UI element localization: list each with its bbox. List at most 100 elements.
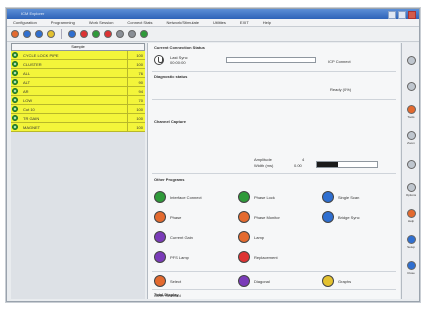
program-item[interactable]: Interface Connect <box>154 191 234 205</box>
last-sync-value: 00:00:00 <box>170 60 186 65</box>
panel-divider <box>147 43 148 299</box>
check-icon[interactable] <box>12 88 18 94</box>
right-toolbar-item[interactable]: Help <box>404 209 418 223</box>
check-icon[interactable] <box>12 61 18 67</box>
list-item[interactable]: ALT 90 <box>11 78 145 87</box>
list-item-name: LOW <box>23 98 33 103</box>
column-divider <box>127 60 128 69</box>
footer-item[interactable]: Diagonal <box>238 275 318 289</box>
list-item[interactable]: MAGNET 100 <box>11 123 145 132</box>
check-icon[interactable] <box>12 97 18 103</box>
left-panel: Sample CYCLE LOCK PIPE 100 CLUSTER 100 ALL 76… <box>11 43 145 299</box>
check-icon[interactable] <box>12 106 18 112</box>
check-icon[interactable] <box>12 70 18 76</box>
footer-item[interactable]: Select <box>154 275 234 289</box>
program-label: PFS Lamp <box>170 255 189 260</box>
red-circle-icon[interactable] <box>104 30 112 38</box>
gray-circle-icon[interactable] <box>128 30 136 38</box>
list-item[interactable]: CLUSTER 100 <box>11 60 145 69</box>
program-item[interactable]: Replacement <box>238 251 318 265</box>
menu-item-programming[interactable]: Programming <box>51 20 75 25</box>
menu-item-connect-stats[interactable]: Connect Stats <box>127 20 152 25</box>
program-item[interactable]: PFS Lamp <box>154 251 234 265</box>
orange-circle-icon <box>238 211 250 223</box>
list-item-value: 100 <box>136 62 143 67</box>
menu-item-help[interactable]: Help <box>263 20 271 25</box>
close-button[interactable] <box>408 11 416 19</box>
channel-section-title: Channel Capture <box>154 119 187 124</box>
level-slider[interactable] <box>316 161 378 168</box>
right-toolbar-item[interactable] <box>404 79 418 93</box>
red-circle-icon[interactable] <box>80 30 88 38</box>
purple-circle-icon <box>238 275 250 287</box>
menu-item-work-session[interactable]: Work Session <box>89 20 114 25</box>
program-item[interactable]: Single Scan <box>322 191 402 205</box>
list-item-value: 100 <box>136 107 143 112</box>
menu-item-exit[interactable]: EXIT <box>240 20 249 25</box>
list-item[interactable]: CYCLE LOCK PIPE 100 <box>11 51 145 60</box>
blue-circle-icon[interactable] <box>68 30 76 38</box>
connection-progress-bar <box>226 57 316 63</box>
app-window: ICM Explorer Configuration Programming Wor… <box>6 8 420 302</box>
right-toolbar-item[interactable] <box>404 157 418 171</box>
list-item-name: AR <box>23 89 29 94</box>
other-programs-title: Other Programs <box>154 177 185 182</box>
right-toolbar-item[interactable]: Tools <box>404 105 418 119</box>
list-item[interactable]: LOW 70 <box>11 96 145 105</box>
list-item[interactable]: AR 94 <box>11 87 145 96</box>
toolbar <box>7 27 419 42</box>
footer-item[interactable]: Graphs <box>322 275 402 289</box>
list-item[interactable]: ALL 76 <box>11 69 145 78</box>
column-divider <box>127 123 128 132</box>
gray-circle-icon[interactable] <box>116 30 124 38</box>
column-divider <box>127 87 128 96</box>
program-label: Interface Connect <box>170 195 202 200</box>
program-item[interactable]: Lamp <box>238 231 318 245</box>
right-toolbar-label: Tools <box>407 115 415 119</box>
green-circle-icon[interactable] <box>140 30 148 38</box>
green-circle-icon <box>238 191 250 203</box>
connection-status-text: ICP Connect <box>328 59 351 64</box>
menu-bar: Configuration Programming Work Session Conn… <box>7 19 419 27</box>
yellow-circle-icon[interactable] <box>47 30 55 38</box>
list-item-value: 76 <box>138 71 143 76</box>
blue-circle-icon <box>322 211 334 223</box>
program-item[interactable]: Phase <box>154 211 234 225</box>
program-item[interactable]: Phase Lock <box>238 191 318 205</box>
divider <box>152 271 396 272</box>
menu-item-configuration[interactable]: Configuration <box>13 20 37 25</box>
list-item[interactable]: Cut 10 100 <box>11 105 145 114</box>
maximize-button[interactable] <box>398 11 406 19</box>
column-divider <box>127 96 128 105</box>
program-item[interactable]: Bridge Sync <box>322 211 402 225</box>
orange-circle-icon[interactable] <box>35 30 43 38</box>
check-icon[interactable] <box>12 52 18 58</box>
list-item[interactable]: TR GAIN 100 <box>11 114 145 123</box>
list-item-name: CYCLE LOCK PIPE <box>23 53 59 58</box>
right-toolbar-item[interactable] <box>404 53 418 67</box>
green-circle-icon[interactable] <box>92 30 100 38</box>
orange-circle-icon <box>238 231 250 243</box>
level-slider-fill <box>317 162 338 167</box>
menu-item-network-stimulate[interactable]: Network/Stimulate <box>167 20 199 25</box>
blue-orange-icon[interactable] <box>11 30 19 38</box>
right-toolbar-item[interactable]: Close <box>404 261 418 275</box>
green-circle-icon <box>154 191 166 203</box>
program-item[interactable]: Phase Monitor <box>238 211 318 225</box>
blue-circle-icon[interactable] <box>23 30 31 38</box>
right-toolbar-item[interactable]: Zoom <box>404 131 418 145</box>
check-icon[interactable] <box>12 124 18 130</box>
right-toolbar-label: Zoom <box>407 141 415 145</box>
right-toolbar-item[interactable]: Options <box>404 183 418 197</box>
footer-label: Graphs <box>338 279 352 284</box>
program-item[interactable]: Current Gain <box>154 231 234 245</box>
gray-circle-icon <box>406 55 416 65</box>
status-icon <box>154 55 164 65</box>
right-toolbar-item[interactable]: Setup <box>404 235 418 249</box>
check-icon[interactable] <box>12 79 18 85</box>
list-item-value: 100 <box>136 125 143 130</box>
menu-item-utilities[interactable]: Utilities <box>213 20 226 25</box>
minimize-button[interactable] <box>388 11 396 19</box>
footer-label: Select <box>170 279 182 284</box>
check-icon[interactable] <box>12 115 18 121</box>
